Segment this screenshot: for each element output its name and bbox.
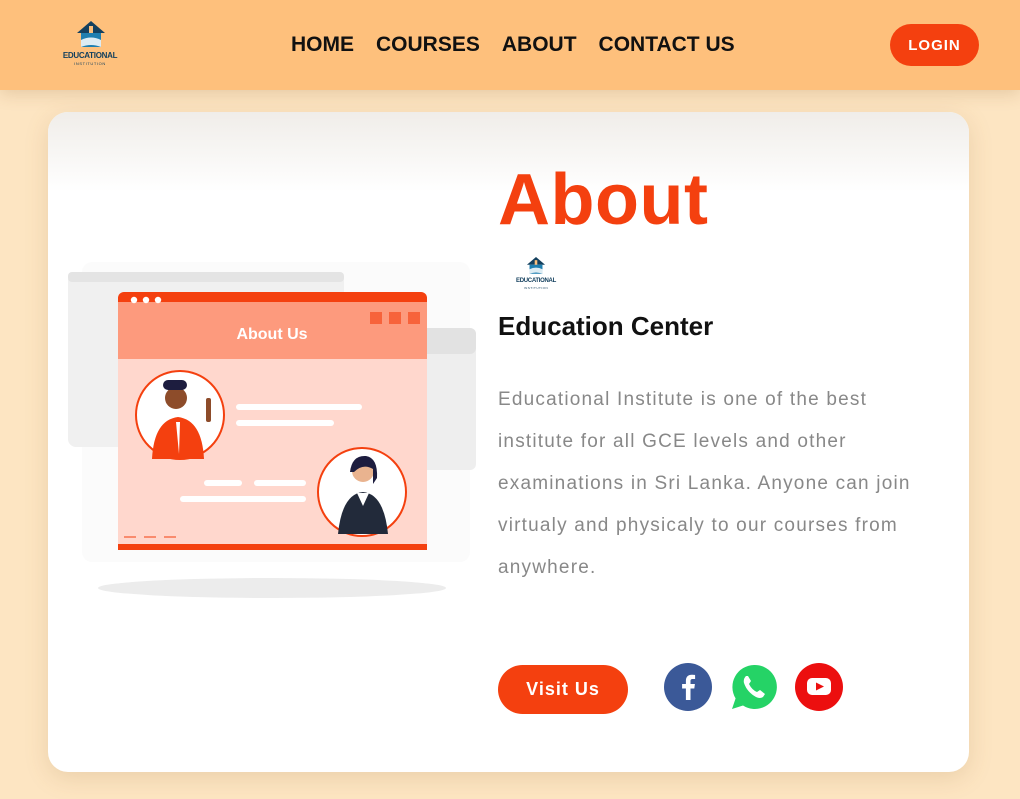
nav-contact-us[interactable]: CONTACT US xyxy=(599,31,735,59)
brand-tagline: INSTITUTION xyxy=(74,61,106,66)
youtube-link[interactable] xyxy=(795,663,843,711)
about-subtitle: Education Center xyxy=(498,311,714,341)
illustration-window-title: About Us xyxy=(236,326,307,343)
about-description: Educational Institute is one of the best… xyxy=(498,389,911,578)
main-nav: HOME COURSES ABOUT CONTACT US xyxy=(291,31,735,59)
about-us-illustration: About Us xyxy=(68,262,476,598)
nav-courses[interactable]: COURSES xyxy=(376,31,480,59)
facebook-icon xyxy=(682,674,696,700)
about-heading: About xyxy=(498,160,709,240)
facebook-link[interactable] xyxy=(664,663,712,711)
small-brand-name: EDUCATIONAL xyxy=(516,278,556,284)
login-button[interactable]: LOGIN xyxy=(890,24,979,66)
whatsapp-link[interactable] xyxy=(730,663,778,711)
institute-logo-icon xyxy=(526,256,546,274)
nav-about[interactable]: ABOUT xyxy=(502,31,577,59)
visit-us-button[interactable]: Visit Us xyxy=(498,665,628,714)
youtube-icon xyxy=(807,678,831,695)
small-brand-logo: EDUCATIONAL INSTITUTION xyxy=(512,256,560,292)
nav-home[interactable]: HOME xyxy=(291,31,354,59)
brand-logo[interactable]: EDUCATIONAL INSTITUTION xyxy=(58,20,122,68)
small-brand-tagline: INSTITUTION xyxy=(523,286,549,290)
navbar: EDUCATIONAL INSTITUTION HOME COURSES ABO… xyxy=(0,0,1020,90)
brand-name: EDUCATIONAL xyxy=(62,51,118,60)
institute-logo-icon xyxy=(77,21,105,47)
whatsapp-icon xyxy=(732,664,777,709)
about-card: About Us About EDUCATIONAL INSTITUTION E… xyxy=(48,112,969,772)
